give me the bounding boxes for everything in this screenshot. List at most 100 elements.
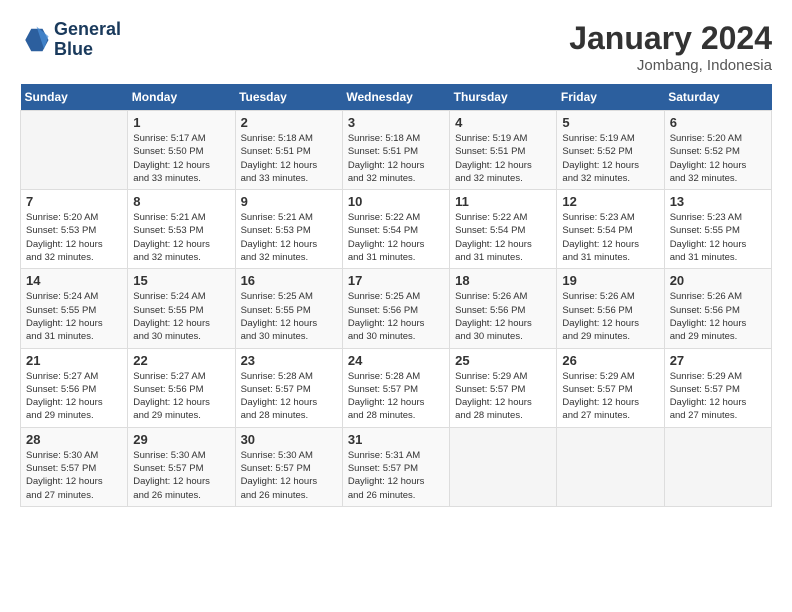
- day-number: 6: [670, 115, 766, 130]
- calendar-cell: 12 Sunrise: 5:23 AMSunset: 5:54 PMDayligh…: [557, 190, 664, 269]
- calendar-week-3: 14Sunrise: 5:24 AMSunset: 5:55 PMDayligh…: [21, 269, 772, 348]
- calendar-cell: 5Sunrise: 5:19 AMSunset: 5:52 PMDaylight…: [557, 111, 664, 190]
- header-cell-saturday: Saturday: [664, 84, 771, 111]
- day-info: Sunrise: 5:23 AMSunset: 5:54 PMDaylight:…: [562, 211, 658, 264]
- day-info: Sunrise: 5:23 AMSunset: 5:55 PMDaylight:…: [670, 211, 766, 264]
- day-info: Sunrise: 5:25 AMSunset: 5:55 PMDaylight:…: [241, 290, 337, 343]
- day-info: Sunrise: 5:29 AMSunset: 5:57 PMDaylight:…: [455, 370, 551, 423]
- calendar-cell: 27 Sunrise: 5:29 AMSunset: 5:57 PMDayligh…: [664, 348, 771, 427]
- header-cell-thursday: Thursday: [450, 84, 557, 111]
- calendar-cell: 19 Sunrise: 5:26 AMSunset: 5:56 PMDayligh…: [557, 269, 664, 348]
- day-info: Sunrise: 5:30 AMSunset: 5:57 PMDaylight:…: [241, 449, 337, 502]
- header-cell-monday: Monday: [128, 84, 235, 111]
- calendar-cell: 4 Sunrise: 5:19 AMSunset: 5:51 PMDaylight…: [450, 111, 557, 190]
- calendar-week-1: 1 Sunrise: 5:17 AMSunset: 5:50 PMDaylight…: [21, 111, 772, 190]
- calendar-cell: 16 Sunrise: 5:25 AMSunset: 5:55 PMDayligh…: [235, 269, 342, 348]
- calendar-cell: 3 Sunrise: 5:18 AMSunset: 5:51 PMDaylight…: [342, 111, 449, 190]
- header-cell-tuesday: Tuesday: [235, 84, 342, 111]
- calendar-cell: 25 Sunrise: 5:29 AMSunset: 5:57 PMDayligh…: [450, 348, 557, 427]
- day-info: Sunrise: 5:30 AMSunset: 5:57 PMDaylight:…: [26, 449, 122, 502]
- day-number: 11: [455, 194, 551, 209]
- calendar-cell: 31 Sunrise: 5:31 AMSunset: 5:57 PMDayligh…: [342, 427, 449, 506]
- day-number: 18: [455, 273, 551, 288]
- calendar-cell: 20 Sunrise: 5:26 AMSunset: 5:56 PMDayligh…: [664, 269, 771, 348]
- day-info: Sunrise: 5:29 AMSunset: 5:57 PMDaylight:…: [670, 370, 766, 423]
- header-cell-friday: Friday: [557, 84, 664, 111]
- day-info: Sunrise: 5:28 AMSunset: 5:57 PMDaylight:…: [241, 370, 337, 423]
- calendar-cell: 18 Sunrise: 5:26 AMSunset: 5:56 PMDayligh…: [450, 269, 557, 348]
- location: Jombang, Indonesia: [569, 57, 772, 74]
- day-number: 12: [562, 194, 658, 209]
- day-number: 25: [455, 353, 551, 368]
- header-row: SundayMondayTuesdayWednesdayThursdayFrid…: [21, 84, 772, 111]
- day-info: Sunrise: 5:31 AMSunset: 5:57 PMDaylight:…: [348, 449, 444, 502]
- day-number: 3: [348, 115, 444, 130]
- day-number: 1: [133, 115, 229, 130]
- day-info: Sunrise: 5:27 AMSunset: 5:56 PMDaylight:…: [133, 370, 229, 423]
- calendar-cell: 1 Sunrise: 5:17 AMSunset: 5:50 PMDaylight…: [128, 111, 235, 190]
- calendar-cell: 15Sunrise: 5:24 AMSunset: 5:55 PMDayligh…: [128, 269, 235, 348]
- day-info: Sunrise: 5:27 AMSunset: 5:56 PMDaylight:…: [26, 370, 122, 423]
- day-info: Sunrise: 5:21 AMSunset: 5:53 PMDaylight:…: [133, 211, 229, 264]
- title-section: January 2024 Jombang, Indonesia: [569, 20, 772, 74]
- day-number: 7: [26, 194, 122, 209]
- day-number: 14: [26, 273, 122, 288]
- logo: General Blue: [20, 20, 121, 60]
- day-number: 19: [562, 273, 658, 288]
- calendar-cell: [450, 427, 557, 506]
- day-number: 21: [26, 353, 122, 368]
- day-number: 8: [133, 194, 229, 209]
- day-number: 2: [241, 115, 337, 130]
- day-number: 23: [241, 353, 337, 368]
- day-number: 4: [455, 115, 551, 130]
- calendar-week-4: 21 Sunrise: 5:27 AMSunset: 5:56 PMDayligh…: [21, 348, 772, 427]
- day-info: Sunrise: 5:18 AMSunset: 5:51 PMDaylight:…: [241, 132, 337, 185]
- day-info: Sunrise: 5:29 AMSunset: 5:57 PMDaylight:…: [562, 370, 658, 423]
- calendar-cell: [21, 111, 128, 190]
- day-number: 31: [348, 432, 444, 447]
- calendar-body: 1 Sunrise: 5:17 AMSunset: 5:50 PMDaylight…: [21, 111, 772, 507]
- day-number: 9: [241, 194, 337, 209]
- calendar-cell: 22 Sunrise: 5:27 AMSunset: 5:56 PMDayligh…: [128, 348, 235, 427]
- day-number: 16: [241, 273, 337, 288]
- calendar-cell: [664, 427, 771, 506]
- day-number: 22: [133, 353, 229, 368]
- day-number: 27: [670, 353, 766, 368]
- calendar-week-5: 28 Sunrise: 5:30 AMSunset: 5:57 PMDayligh…: [21, 427, 772, 506]
- calendar-cell: 2 Sunrise: 5:18 AMSunset: 5:51 PMDaylight…: [235, 111, 342, 190]
- day-info: Sunrise: 5:17 AMSunset: 5:50 PMDaylight:…: [133, 132, 229, 185]
- calendar-table: SundayMondayTuesdayWednesdayThursdayFrid…: [20, 84, 772, 507]
- calendar-cell: 29Sunrise: 5:30 AMSunset: 5:57 PMDayligh…: [128, 427, 235, 506]
- calendar-cell: 10Sunrise: 5:22 AMSunset: 5:54 PMDayligh…: [342, 190, 449, 269]
- calendar-cell: 21 Sunrise: 5:27 AMSunset: 5:56 PMDayligh…: [21, 348, 128, 427]
- day-info: Sunrise: 5:26 AMSunset: 5:56 PMDaylight:…: [670, 290, 766, 343]
- day-info: Sunrise: 5:18 AMSunset: 5:51 PMDaylight:…: [348, 132, 444, 185]
- day-number: 20: [670, 273, 766, 288]
- calendar-cell: 13 Sunrise: 5:23 AMSunset: 5:55 PMDayligh…: [664, 190, 771, 269]
- day-info: Sunrise: 5:26 AMSunset: 5:56 PMDaylight:…: [455, 290, 551, 343]
- day-number: 26: [562, 353, 658, 368]
- day-number: 28: [26, 432, 122, 447]
- day-info: Sunrise: 5:19 AMSunset: 5:52 PMDaylight:…: [562, 132, 658, 185]
- calendar-cell: 28 Sunrise: 5:30 AMSunset: 5:57 PMDayligh…: [21, 427, 128, 506]
- calendar-cell: 8 Sunrise: 5:21 AMSunset: 5:53 PMDaylight…: [128, 190, 235, 269]
- header-cell-wednesday: Wednesday: [342, 84, 449, 111]
- day-info: Sunrise: 5:22 AMSunset: 5:54 PMDaylight:…: [455, 211, 551, 264]
- calendar-header: SundayMondayTuesdayWednesdayThursdayFrid…: [21, 84, 772, 111]
- calendar-cell: 6Sunrise: 5:20 AMSunset: 5:52 PMDaylight…: [664, 111, 771, 190]
- day-number: 10: [348, 194, 444, 209]
- day-info: Sunrise: 5:25 AMSunset: 5:56 PMDaylight:…: [348, 290, 444, 343]
- calendar-cell: 7Sunrise: 5:20 AMSunset: 5:53 PMDaylight…: [21, 190, 128, 269]
- day-info: Sunrise: 5:19 AMSunset: 5:51 PMDaylight:…: [455, 132, 551, 185]
- page-header: General Blue January 2024 Jombang, Indon…: [20, 20, 772, 74]
- calendar-cell: 11 Sunrise: 5:22 AMSunset: 5:54 PMDayligh…: [450, 190, 557, 269]
- calendar-cell: 9Sunrise: 5:21 AMSunset: 5:53 PMDaylight…: [235, 190, 342, 269]
- calendar-cell: 24Sunrise: 5:28 AMSunset: 5:57 PMDayligh…: [342, 348, 449, 427]
- day-number: 24: [348, 353, 444, 368]
- day-number: 13: [670, 194, 766, 209]
- calendar-cell: 17Sunrise: 5:25 AMSunset: 5:56 PMDayligh…: [342, 269, 449, 348]
- day-info: Sunrise: 5:26 AMSunset: 5:56 PMDaylight:…: [562, 290, 658, 343]
- calendar-cell: 30 Sunrise: 5:30 AMSunset: 5:57 PMDayligh…: [235, 427, 342, 506]
- calendar-cell: 23 Sunrise: 5:28 AMSunset: 5:57 PMDayligh…: [235, 348, 342, 427]
- day-number: 30: [241, 432, 337, 447]
